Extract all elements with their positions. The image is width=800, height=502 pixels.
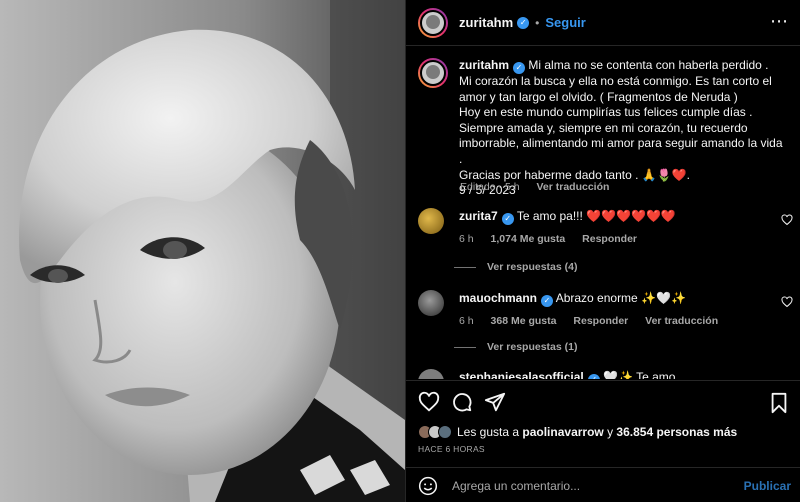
comment-time: 6 h <box>459 315 474 327</box>
comment-text: Abrazo enorme ✨🤍✨ <box>555 291 686 305</box>
caption-translate-link[interactable]: Ver traducción <box>536 181 609 193</box>
commenter-avatar[interactable] <box>418 208 444 234</box>
comment-input[interactable] <box>452 478 722 493</box>
comment-time: 6 h <box>459 233 474 245</box>
comments-scroll-area[interactable]: zuritahm ✓ Mi alma no se contenta con hab… <box>406 47 800 379</box>
likes-summary: Les gusta a paolinavarrow y 36.854 perso… <box>418 425 737 439</box>
caption-body: zuritahm ✓ Mi alma no se contenta con hab… <box>459 58 784 199</box>
save-bookmark-icon[interactable] <box>769 392 789 414</box>
view-replies-label[interactable]: Ver respuestas (1) <box>487 341 577 353</box>
replies-line <box>454 346 476 348</box>
comment-username[interactable]: zurita7 <box>459 209 498 223</box>
likes-prefix: Les gusta a <box>457 425 523 439</box>
publish-button[interactable]: Publicar <box>744 479 791 493</box>
likes-count[interactable]: 36.854 personas más <box>616 425 737 439</box>
verified-badge-icon: ✓ <box>587 374 600 379</box>
comment-text: 🤍✨ Te amo <box>603 370 676 379</box>
portrait-image <box>0 0 405 502</box>
replies-line <box>454 266 476 268</box>
comment-hearts: ❤️❤️❤️❤️❤️❤️ <box>586 209 676 223</box>
comment-likes[interactable]: 1,074 Me gusta <box>491 233 566 245</box>
comment-composer: Publicar <box>406 467 800 502</box>
caption-avatar[interactable] <box>418 58 448 88</box>
comment: mauochmann ✓ Abrazo enorme ✨🤍✨ 6 h 368 Me… <box>418 290 793 329</box>
view-replies-button[interactable]: Ver respuestas (1) <box>454 341 577 353</box>
likes-text: Les gusta a paolinavarrow y 36.854 perso… <box>457 425 737 439</box>
comment-likes[interactable]: 368 Me gusta <box>491 315 557 327</box>
post-photo[interactable] <box>0 0 405 502</box>
verified-badge-icon: ✓ <box>513 62 526 74</box>
reply-button[interactable]: Responder <box>573 315 628 327</box>
separator-dot: • <box>535 15 540 30</box>
comment-meta: 6 h 1,074 Me gusta Responder <box>459 231 759 247</box>
post-time-ago: HACE 6 HORAS <box>418 444 485 454</box>
share-paper-plane-icon[interactable] <box>484 391 506 413</box>
caption-username[interactable]: zuritahm <box>459 58 509 72</box>
comment-translate-link[interactable]: Ver traducción <box>645 315 718 327</box>
liker-username[interactable]: paolinavarrow <box>522 425 603 439</box>
post-actions: Les gusta a paolinavarrow y 36.854 perso… <box>406 380 800 502</box>
post-header: zuritahm ✓ • Seguir ⋯ <box>406 0 800 46</box>
edited-label: Editado · 5 h <box>460 181 520 193</box>
comment-username[interactable]: stephaniesalasofficial <box>459 370 584 379</box>
comment: zurita7 ✓ Te amo pa!!! ❤️❤️❤️❤️❤️❤️ 6 h 1… <box>418 208 793 247</box>
liker-avatar <box>438 425 452 439</box>
follow-button[interactable]: Seguir <box>545 15 585 30</box>
comment-body: mauochmann ✓ Abrazo enorme ✨🤍✨ 6 h 368 Me… <box>459 290 759 329</box>
caption: zuritahm ✓ Mi alma no se contenta con hab… <box>418 58 788 199</box>
caption-text: Mi alma no se contenta con haberla perdi… <box>459 58 783 198</box>
reply-button[interactable]: Responder <box>582 233 637 245</box>
author-avatar[interactable] <box>418 7 448 38</box>
verified-badge-icon: ✓ <box>541 295 554 307</box>
comment-text: Te amo pa!!! <box>516 209 587 223</box>
commenter-avatar[interactable] <box>418 290 444 316</box>
like-heart-icon[interactable] <box>418 391 440 413</box>
commenter-avatar[interactable] <box>418 369 444 379</box>
post-side-panel: zuritahm ✓ • Seguir ⋯ zuritahm ✓ Mi alma … <box>405 0 800 502</box>
likes-connector: y <box>603 425 617 439</box>
view-replies-label[interactable]: Ver respuestas (4) <box>487 261 577 273</box>
author-username[interactable]: zuritahm <box>459 15 513 30</box>
comment-body: stephaniesalasofficial✓ 🤍✨ Te amo <box>459 369 759 379</box>
more-options-icon[interactable]: ⋯ <box>770 12 789 30</box>
comment-username[interactable]: mauochmann <box>459 291 537 305</box>
verified-badge-icon: ✓ <box>517 16 530 29</box>
comment-bubble-icon[interactable] <box>451 391 473 413</box>
comment-body: zurita7 ✓ Te amo pa!!! ❤️❤️❤️❤️❤️❤️ 6 h 1… <box>459 208 759 247</box>
post-modal: zuritahm ✓ • Seguir ⋯ zuritahm ✓ Mi alma … <box>0 0 800 502</box>
like-comment-heart-icon[interactable] <box>781 296 793 308</box>
action-icons <box>418 391 517 413</box>
view-replies-button[interactable]: Ver respuestas (4) <box>454 261 577 273</box>
verified-badge-icon: ✓ <box>501 213 514 225</box>
comment-meta: 6 h 368 Me gusta Responder Ver traducció… <box>459 313 759 329</box>
caption-meta: Editado · 5 h Ver traducción <box>460 181 623 193</box>
emoji-icon[interactable] <box>418 476 438 496</box>
comment: stephaniesalasofficial✓ 🤍✨ Te amo <box>418 369 793 379</box>
like-comment-heart-icon[interactable] <box>781 214 793 226</box>
